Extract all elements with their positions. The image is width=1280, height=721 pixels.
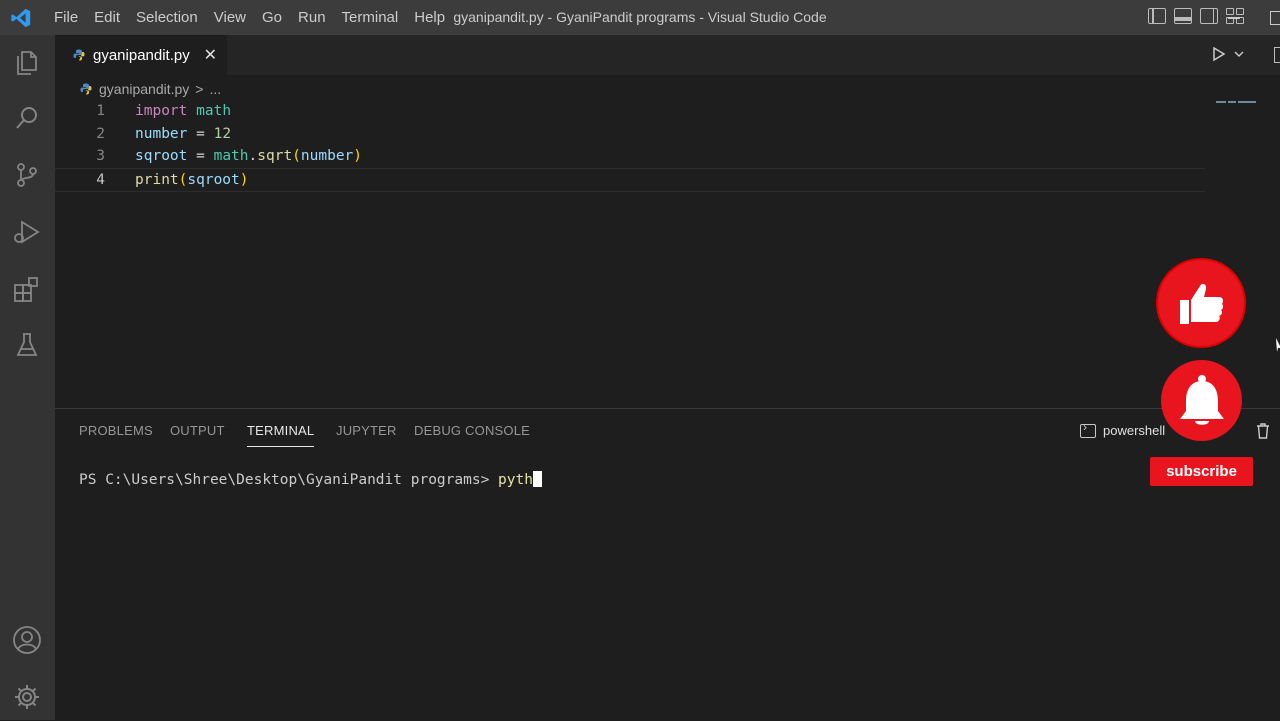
code-token: sqroot <box>135 148 188 164</box>
code-text: print(sqroot) <box>135 169 249 192</box>
breadcrumb-more[interactable]: ... <box>209 81 221 97</box>
menu-selection[interactable]: Selection <box>128 0 206 35</box>
code-token: ) <box>353 148 363 164</box>
mouse-pointer-icon <box>1276 338 1280 352</box>
breadcrumb-separator: > <box>195 81 204 97</box>
title-bar: File Edit Selection View Go Run Terminal… <box>0 0 1280 35</box>
code-token: math <box>196 103 232 119</box>
run-controls <box>1212 47 1244 61</box>
vscode-logo-icon[interactable] <box>10 7 32 29</box>
line-number: 3 <box>96 148 105 164</box>
code-token: number <box>300 148 354 164</box>
tab-debug-console[interactable]: DEBUG CONSOLE <box>414 423 530 438</box>
activity-bar <box>0 35 55 720</box>
minimize-window-icon[interactable] <box>1228 17 1240 19</box>
extensions-icon[interactable] <box>12 275 42 305</box>
tab-terminal[interactable]: TERMINAL <box>247 423 315 447</box>
code-token: ( <box>292 148 301 164</box>
menu-go[interactable]: Go <box>254 0 290 35</box>
settings-gear-icon[interactable] <box>12 682 42 712</box>
code-line[interactable]: 2 number = 12 <box>55 123 1205 146</box>
menu-run[interactable]: Run <box>290 0 334 35</box>
notification-bell-badge[interactable] <box>1161 360 1242 441</box>
code-token: sqroot <box>187 171 240 188</box>
chevron-down-icon[interactable] <box>1234 49 1244 59</box>
menu-view[interactable]: View <box>206 0 254 35</box>
toggle-secondary-sidebar-icon[interactable] <box>1200 8 1218 24</box>
shell-name: powershell <box>1103 423 1166 438</box>
tab-problems[interactable]: PROBLEMS <box>79 423 153 438</box>
menu-file[interactable]: File <box>46 0 86 35</box>
testing-icon[interactable] <box>12 330 42 360</box>
bottom-panel: PROBLEMS OUTPUT TERMINAL JUPYTER DEBUG C… <box>55 408 1280 721</box>
code-editor[interactable]: 1 import math 2 number = 12 3 sqroot = math.s… <box>55 100 1205 192</box>
code-text: number = 12 <box>135 123 231 146</box>
search-icon[interactable] <box>12 103 42 133</box>
tab-gyanipandit-py[interactable]: gyanipandit.py ✕ <box>55 35 227 75</box>
menu-bar: File Edit Selection View Go Run Terminal… <box>46 0 453 35</box>
split-editor-icon[interactable] <box>1274 47 1280 63</box>
maximize-window-icon[interactable] <box>1270 11 1280 25</box>
code-line[interactable]: 3 sqroot = math.sqrt(number) <box>55 145 1205 168</box>
toggle-primary-sidebar-icon[interactable] <box>1148 8 1166 24</box>
line-number: 4 <box>96 171 105 188</box>
close-tab-icon[interactable]: ✕ <box>204 45 217 65</box>
thumbs-up-icon <box>1180 283 1224 324</box>
breadcrumb: gyanipandit.py > ... <box>80 79 221 99</box>
menu-edit[interactable]: Edit <box>86 0 128 35</box>
terminal-shell-selector[interactable]: powershell <box>1080 420 1166 438</box>
code-token: import <box>135 103 188 119</box>
code-token: . <box>248 148 258 164</box>
minimap[interactable] <box>1216 101 1276 109</box>
code-token: 12 <box>213 125 232 142</box>
customize-layout-icon[interactable] <box>1226 8 1244 24</box>
code-token: sqrt <box>257 148 293 164</box>
bell-icon <box>1179 374 1224 425</box>
breadcrumb-file[interactable]: gyanipandit.py <box>99 81 189 97</box>
code-token: = <box>187 148 214 164</box>
source-control-icon[interactable] <box>12 160 42 190</box>
terminal-output[interactable]: PS C:\Users\Shree\Desktop\GyaniPandit pr… <box>79 471 542 488</box>
editor-tabs-bar: gyanipandit.py ✕ <box>55 35 1280 75</box>
code-token: number <box>135 125 188 142</box>
line-number: 1 <box>96 103 105 119</box>
code-line[interactable]: 1 import math <box>55 100 1205 123</box>
like-badge[interactable] <box>1158 260 1244 346</box>
terminal-prompt: PS C:\Users\Shree\Desktop\GyaniPandit pr… <box>79 472 499 488</box>
menu-help[interactable]: Help <box>406 0 453 35</box>
code-token: print <box>135 171 179 188</box>
code-token: = <box>187 125 214 142</box>
python-file-icon <box>80 83 92 95</box>
layout-controls <box>1148 8 1244 24</box>
line-number: 2 <box>96 125 105 142</box>
kill-terminal-trash-icon[interactable] <box>1256 423 1270 439</box>
tab-label: gyanipandit.py <box>93 46 190 64</box>
subscribe-button[interactable]: subscribe <box>1150 457 1253 486</box>
code-token: math <box>213 148 249 164</box>
terminal-typed-command: pyth <box>498 472 533 488</box>
run-python-file-icon[interactable] <box>1212 47 1226 61</box>
terminal-icon <box>1080 420 1096 438</box>
files-icon[interactable] <box>12 47 42 77</box>
tab-jupyter[interactable]: JUPYTER <box>336 423 397 438</box>
run-debug-icon[interactable] <box>12 217 42 247</box>
code-text: sqroot = math.sqrt(number) <box>135 145 362 168</box>
code-token: ) <box>239 171 249 188</box>
code-text: import math <box>135 100 231 123</box>
code-line[interactable]: 4 print(sqroot) <box>55 167 1205 192</box>
tab-output[interactable]: OUTPUT <box>170 423 225 438</box>
python-file-icon <box>73 49 85 61</box>
toggle-panel-icon[interactable] <box>1174 8 1192 24</box>
terminal-cursor <box>532 471 542 487</box>
account-icon[interactable] <box>12 625 42 655</box>
menu-terminal[interactable]: Terminal <box>334 0 407 35</box>
